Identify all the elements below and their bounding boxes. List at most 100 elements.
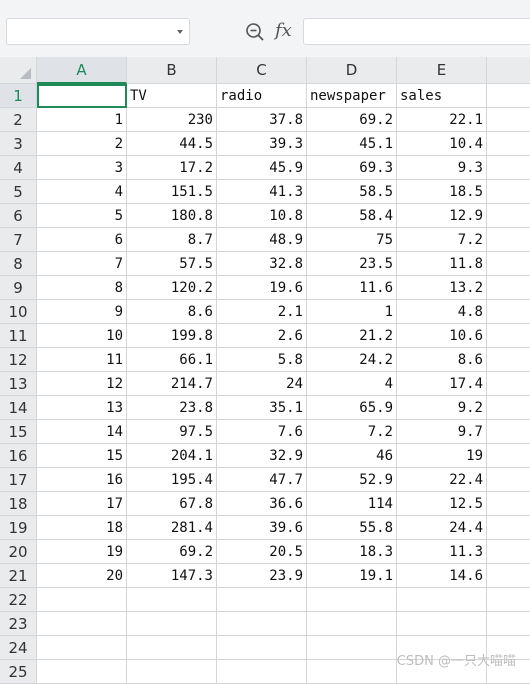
cell-d25[interactable] <box>307 660 397 684</box>
cell-c22[interactable] <box>217 588 307 612</box>
cell-c5[interactable]: 41.3 <box>217 180 307 204</box>
cell-d20[interactable]: 18.3 <box>307 540 397 564</box>
row-header-15[interactable]: 15 <box>0 420 37 444</box>
cell-b7[interactable]: 8.7 <box>127 228 217 252</box>
cell-e3[interactable]: 10.4 <box>397 132 487 156</box>
row-header-1[interactable]: 1 <box>0 84 37 108</box>
cell-e8[interactable]: 11.8 <box>397 252 487 276</box>
cell-c14[interactable]: 35.1 <box>217 396 307 420</box>
cell-filler[interactable] <box>487 540 530 564</box>
cell-e15[interactable]: 9.7 <box>397 420 487 444</box>
cell-c18[interactable]: 36.6 <box>217 492 307 516</box>
fx-icon[interactable]: fx <box>275 20 292 42</box>
cell-d18[interactable]: 114 <box>307 492 397 516</box>
cell-e1[interactable]: sales <box>397 84 487 108</box>
row-header-2[interactable]: 2 <box>0 108 37 132</box>
cell-b3[interactable]: 44.5 <box>127 132 217 156</box>
cell-c25[interactable] <box>217 660 307 684</box>
cell-a10[interactable]: 9 <box>37 300 127 324</box>
row-header-13[interactable]: 13 <box>0 372 37 396</box>
cell-a18[interactable]: 17 <box>37 492 127 516</box>
cell-d1[interactable]: newspaper <box>307 84 397 108</box>
row-header-25[interactable]: 25 <box>0 660 37 684</box>
row-header-18[interactable]: 18 <box>0 492 37 516</box>
cell-filler[interactable] <box>487 228 530 252</box>
cell-d14[interactable]: 65.9 <box>307 396 397 420</box>
cell-filler[interactable] <box>487 588 530 612</box>
row-header-10[interactable]: 10 <box>0 300 37 324</box>
cell-a13[interactable]: 12 <box>37 372 127 396</box>
cell-filler[interactable] <box>487 84 530 108</box>
cell-a19[interactable]: 18 <box>37 516 127 540</box>
cell-b14[interactable]: 23.8 <box>127 396 217 420</box>
column-header-e[interactable]: E <box>397 57 487 84</box>
cell-c19[interactable]: 39.6 <box>217 516 307 540</box>
cell-b17[interactable]: 195.4 <box>127 468 217 492</box>
cell-c2[interactable]: 37.8 <box>217 108 307 132</box>
cell-b2[interactable]: 230 <box>127 108 217 132</box>
cell-d17[interactable]: 52.9 <box>307 468 397 492</box>
cell-d16[interactable]: 46 <box>307 444 397 468</box>
row-header-22[interactable]: 22 <box>0 588 37 612</box>
cell-d12[interactable]: 24.2 <box>307 348 397 372</box>
cell-filler[interactable] <box>487 516 530 540</box>
cell-b15[interactable]: 97.5 <box>127 420 217 444</box>
cell-b22[interactable] <box>127 588 217 612</box>
select-all-corner[interactable] <box>0 57 37 84</box>
row-header-5[interactable]: 5 <box>0 180 37 204</box>
cell-a16[interactable]: 15 <box>37 444 127 468</box>
cell-c17[interactable]: 47.7 <box>217 468 307 492</box>
cell-d21[interactable]: 19.1 <box>307 564 397 588</box>
cell-filler[interactable] <box>487 252 530 276</box>
cell-d24[interactable] <box>307 636 397 660</box>
cell-a17[interactable]: 16 <box>37 468 127 492</box>
cell-filler[interactable] <box>487 420 530 444</box>
cell-d3[interactable]: 45.1 <box>307 132 397 156</box>
row-header-16[interactable]: 16 <box>0 444 37 468</box>
cell-e21[interactable]: 14.6 <box>397 564 487 588</box>
cell-a11[interactable]: 10 <box>37 324 127 348</box>
cell-d7[interactable]: 75 <box>307 228 397 252</box>
row-header-21[interactable]: 21 <box>0 564 37 588</box>
cell-d10[interactable]: 1 <box>307 300 397 324</box>
cell-c3[interactable]: 39.3 <box>217 132 307 156</box>
cell-e17[interactable]: 22.4 <box>397 468 487 492</box>
cell-b10[interactable]: 8.6 <box>127 300 217 324</box>
cell-a14[interactable]: 13 <box>37 396 127 420</box>
row-header-17[interactable]: 17 <box>0 468 37 492</box>
cell-filler[interactable] <box>487 324 530 348</box>
cell-filler[interactable] <box>487 156 530 180</box>
cell-filler[interactable] <box>487 372 530 396</box>
cell-a24[interactable] <box>37 636 127 660</box>
formula-input[interactable] <box>303 18 530 45</box>
cell-a4[interactable]: 3 <box>37 156 127 180</box>
cell-d11[interactable]: 21.2 <box>307 324 397 348</box>
cell-e14[interactable]: 9.2 <box>397 396 487 420</box>
cell-b20[interactable]: 69.2 <box>127 540 217 564</box>
cell-a8[interactable]: 7 <box>37 252 127 276</box>
cell-b5[interactable]: 151.5 <box>127 180 217 204</box>
cell-c11[interactable]: 2.6 <box>217 324 307 348</box>
cell-c15[interactable]: 7.6 <box>217 420 307 444</box>
cell-e19[interactable]: 24.4 <box>397 516 487 540</box>
cell-e22[interactable] <box>397 588 487 612</box>
cell-b13[interactable]: 214.7 <box>127 372 217 396</box>
cell-e4[interactable]: 9.3 <box>397 156 487 180</box>
cell-e5[interactable]: 18.5 <box>397 180 487 204</box>
cell-b6[interactable]: 180.8 <box>127 204 217 228</box>
cell-e20[interactable]: 11.3 <box>397 540 487 564</box>
cell-b1[interactable]: TV <box>127 84 217 108</box>
zoom-out-icon[interactable] <box>245 22 265 42</box>
row-header-4[interactable]: 4 <box>0 156 37 180</box>
row-header-12[interactable]: 12 <box>0 348 37 372</box>
cell-filler[interactable] <box>487 564 530 588</box>
cell-a21[interactable]: 20 <box>37 564 127 588</box>
column-header-b[interactable]: B <box>127 57 217 84</box>
cell-c16[interactable]: 32.9 <box>217 444 307 468</box>
row-header-19[interactable]: 19 <box>0 516 37 540</box>
cell-e16[interactable]: 19 <box>397 444 487 468</box>
cell-a6[interactable]: 5 <box>37 204 127 228</box>
cell-filler[interactable] <box>487 492 530 516</box>
cell-a12[interactable]: 11 <box>37 348 127 372</box>
cell-a2[interactable]: 1 <box>37 108 127 132</box>
